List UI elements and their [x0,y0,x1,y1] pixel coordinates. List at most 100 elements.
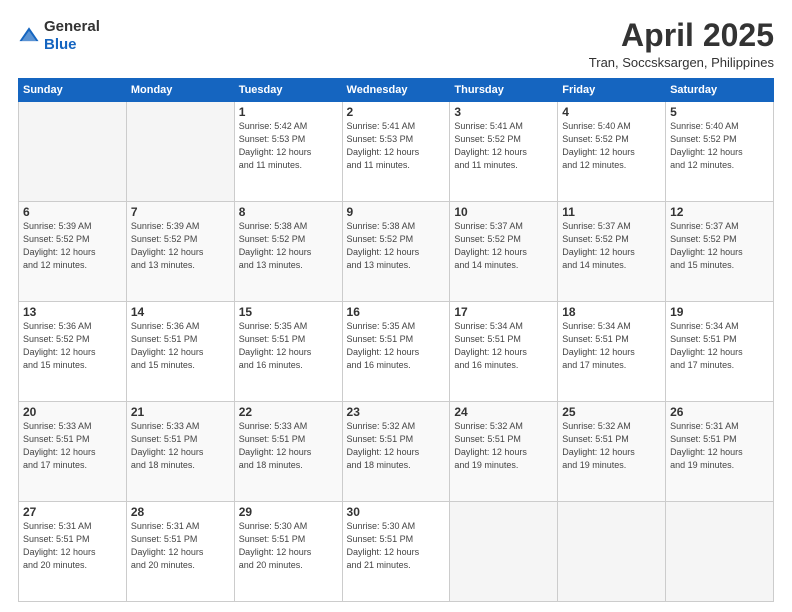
table-row: 17Sunrise: 5:34 AM Sunset: 5:51 PM Dayli… [450,302,558,402]
day-number: 4 [562,105,661,119]
day-number: 1 [239,105,338,119]
calendar-week-row: 6Sunrise: 5:39 AM Sunset: 5:52 PM Daylig… [19,202,774,302]
logo: General Blue [18,18,100,54]
table-row [19,102,127,202]
day-info: Sunrise: 5:31 AM Sunset: 5:51 PM Dayligh… [23,520,122,572]
day-info: Sunrise: 5:35 AM Sunset: 5:51 PM Dayligh… [239,320,338,372]
calendar-table: Sunday Monday Tuesday Wednesday Thursday… [18,78,774,602]
table-row: 14Sunrise: 5:36 AM Sunset: 5:51 PM Dayli… [126,302,234,402]
day-info: Sunrise: 5:40 AM Sunset: 5:52 PM Dayligh… [670,120,769,172]
table-row: 20Sunrise: 5:33 AM Sunset: 5:51 PM Dayli… [19,402,127,502]
day-info: Sunrise: 5:32 AM Sunset: 5:51 PM Dayligh… [562,420,661,472]
table-row: 25Sunrise: 5:32 AM Sunset: 5:51 PM Dayli… [558,402,666,502]
day-info: Sunrise: 5:36 AM Sunset: 5:52 PM Dayligh… [23,320,122,372]
day-number: 13 [23,305,122,319]
table-row: 16Sunrise: 5:35 AM Sunset: 5:51 PM Dayli… [342,302,450,402]
day-number: 15 [239,305,338,319]
day-number: 9 [347,205,446,219]
day-info: Sunrise: 5:30 AM Sunset: 5:51 PM Dayligh… [347,520,446,572]
day-info: Sunrise: 5:35 AM Sunset: 5:51 PM Dayligh… [347,320,446,372]
day-info: Sunrise: 5:32 AM Sunset: 5:51 PM Dayligh… [347,420,446,472]
table-row [450,502,558,602]
day-info: Sunrise: 5:32 AM Sunset: 5:51 PM Dayligh… [454,420,553,472]
day-number: 26 [670,405,769,419]
day-info: Sunrise: 5:37 AM Sunset: 5:52 PM Dayligh… [562,220,661,272]
logo-general: General [44,18,100,35]
table-row: 6Sunrise: 5:39 AM Sunset: 5:52 PM Daylig… [19,202,127,302]
day-number: 12 [670,205,769,219]
day-info: Sunrise: 5:42 AM Sunset: 5:53 PM Dayligh… [239,120,338,172]
table-row: 3Sunrise: 5:41 AM Sunset: 5:52 PM Daylig… [450,102,558,202]
day-number: 19 [670,305,769,319]
table-row: 10Sunrise: 5:37 AM Sunset: 5:52 PM Dayli… [450,202,558,302]
table-row: 29Sunrise: 5:30 AM Sunset: 5:51 PM Dayli… [234,502,342,602]
day-info: Sunrise: 5:31 AM Sunset: 5:51 PM Dayligh… [131,520,230,572]
table-row: 26Sunrise: 5:31 AM Sunset: 5:51 PM Dayli… [666,402,774,502]
header-friday: Friday [558,79,666,102]
day-number: 2 [347,105,446,119]
day-number: 18 [562,305,661,319]
day-number: 23 [347,405,446,419]
table-row: 22Sunrise: 5:33 AM Sunset: 5:51 PM Dayli… [234,402,342,502]
table-row: 2Sunrise: 5:41 AM Sunset: 5:53 PM Daylig… [342,102,450,202]
day-info: Sunrise: 5:33 AM Sunset: 5:51 PM Dayligh… [239,420,338,472]
table-row: 23Sunrise: 5:32 AM Sunset: 5:51 PM Dayli… [342,402,450,502]
day-number: 5 [670,105,769,119]
header-monday: Monday [126,79,234,102]
title-area: April 2025 Tran, Soccsksargen, Philippin… [589,18,774,70]
table-row: 5Sunrise: 5:40 AM Sunset: 5:52 PM Daylig… [666,102,774,202]
day-info: Sunrise: 5:34 AM Sunset: 5:51 PM Dayligh… [670,320,769,372]
table-row: 27Sunrise: 5:31 AM Sunset: 5:51 PM Dayli… [19,502,127,602]
day-number: 30 [347,505,446,519]
table-row [558,502,666,602]
header-sunday: Sunday [19,79,127,102]
header-wednesday: Wednesday [342,79,450,102]
calendar-header-row: Sunday Monday Tuesday Wednesday Thursday… [19,79,774,102]
header-saturday: Saturday [666,79,774,102]
day-number: 25 [562,405,661,419]
table-row: 12Sunrise: 5:37 AM Sunset: 5:52 PM Dayli… [666,202,774,302]
table-row: 21Sunrise: 5:33 AM Sunset: 5:51 PM Dayli… [126,402,234,502]
day-number: 16 [347,305,446,319]
table-row: 30Sunrise: 5:30 AM Sunset: 5:51 PM Dayli… [342,502,450,602]
logo-text: General Blue [44,18,100,54]
table-row: 18Sunrise: 5:34 AM Sunset: 5:51 PM Dayli… [558,302,666,402]
day-info: Sunrise: 5:34 AM Sunset: 5:51 PM Dayligh… [562,320,661,372]
table-row: 8Sunrise: 5:38 AM Sunset: 5:52 PM Daylig… [234,202,342,302]
day-number: 20 [23,405,122,419]
day-number: 14 [131,305,230,319]
header-thursday: Thursday [450,79,558,102]
day-info: Sunrise: 5:31 AM Sunset: 5:51 PM Dayligh… [670,420,769,472]
calendar-week-row: 20Sunrise: 5:33 AM Sunset: 5:51 PM Dayli… [19,402,774,502]
day-number: 7 [131,205,230,219]
day-info: Sunrise: 5:39 AM Sunset: 5:52 PM Dayligh… [23,220,122,272]
table-row: 15Sunrise: 5:35 AM Sunset: 5:51 PM Dayli… [234,302,342,402]
day-info: Sunrise: 5:40 AM Sunset: 5:52 PM Dayligh… [562,120,661,172]
calendar-week-row: 27Sunrise: 5:31 AM Sunset: 5:51 PM Dayli… [19,502,774,602]
day-number: 27 [23,505,122,519]
day-info: Sunrise: 5:33 AM Sunset: 5:51 PM Dayligh… [23,420,122,472]
table-row: 24Sunrise: 5:32 AM Sunset: 5:51 PM Dayli… [450,402,558,502]
day-info: Sunrise: 5:30 AM Sunset: 5:51 PM Dayligh… [239,520,338,572]
month-title: April 2025 [589,18,774,53]
day-info: Sunrise: 5:38 AM Sunset: 5:52 PM Dayligh… [239,220,338,272]
table-row [666,502,774,602]
day-info: Sunrise: 5:37 AM Sunset: 5:52 PM Dayligh… [670,220,769,272]
table-row: 11Sunrise: 5:37 AM Sunset: 5:52 PM Dayli… [558,202,666,302]
day-number: 28 [131,505,230,519]
table-row: 28Sunrise: 5:31 AM Sunset: 5:51 PM Dayli… [126,502,234,602]
table-row [126,102,234,202]
table-row: 13Sunrise: 5:36 AM Sunset: 5:52 PM Dayli… [19,302,127,402]
location-subtitle: Tran, Soccsksargen, Philippines [589,55,774,70]
day-info: Sunrise: 5:33 AM Sunset: 5:51 PM Dayligh… [131,420,230,472]
calendar-week-row: 1Sunrise: 5:42 AM Sunset: 5:53 PM Daylig… [19,102,774,202]
table-row: 7Sunrise: 5:39 AM Sunset: 5:52 PM Daylig… [126,202,234,302]
day-number: 10 [454,205,553,219]
day-info: Sunrise: 5:38 AM Sunset: 5:52 PM Dayligh… [347,220,446,272]
day-number: 8 [239,205,338,219]
header: General Blue April 2025 Tran, Soccsksarg… [18,18,774,70]
table-row: 9Sunrise: 5:38 AM Sunset: 5:52 PM Daylig… [342,202,450,302]
calendar-week-row: 13Sunrise: 5:36 AM Sunset: 5:52 PM Dayli… [19,302,774,402]
day-number: 3 [454,105,553,119]
day-info: Sunrise: 5:41 AM Sunset: 5:53 PM Dayligh… [347,120,446,172]
